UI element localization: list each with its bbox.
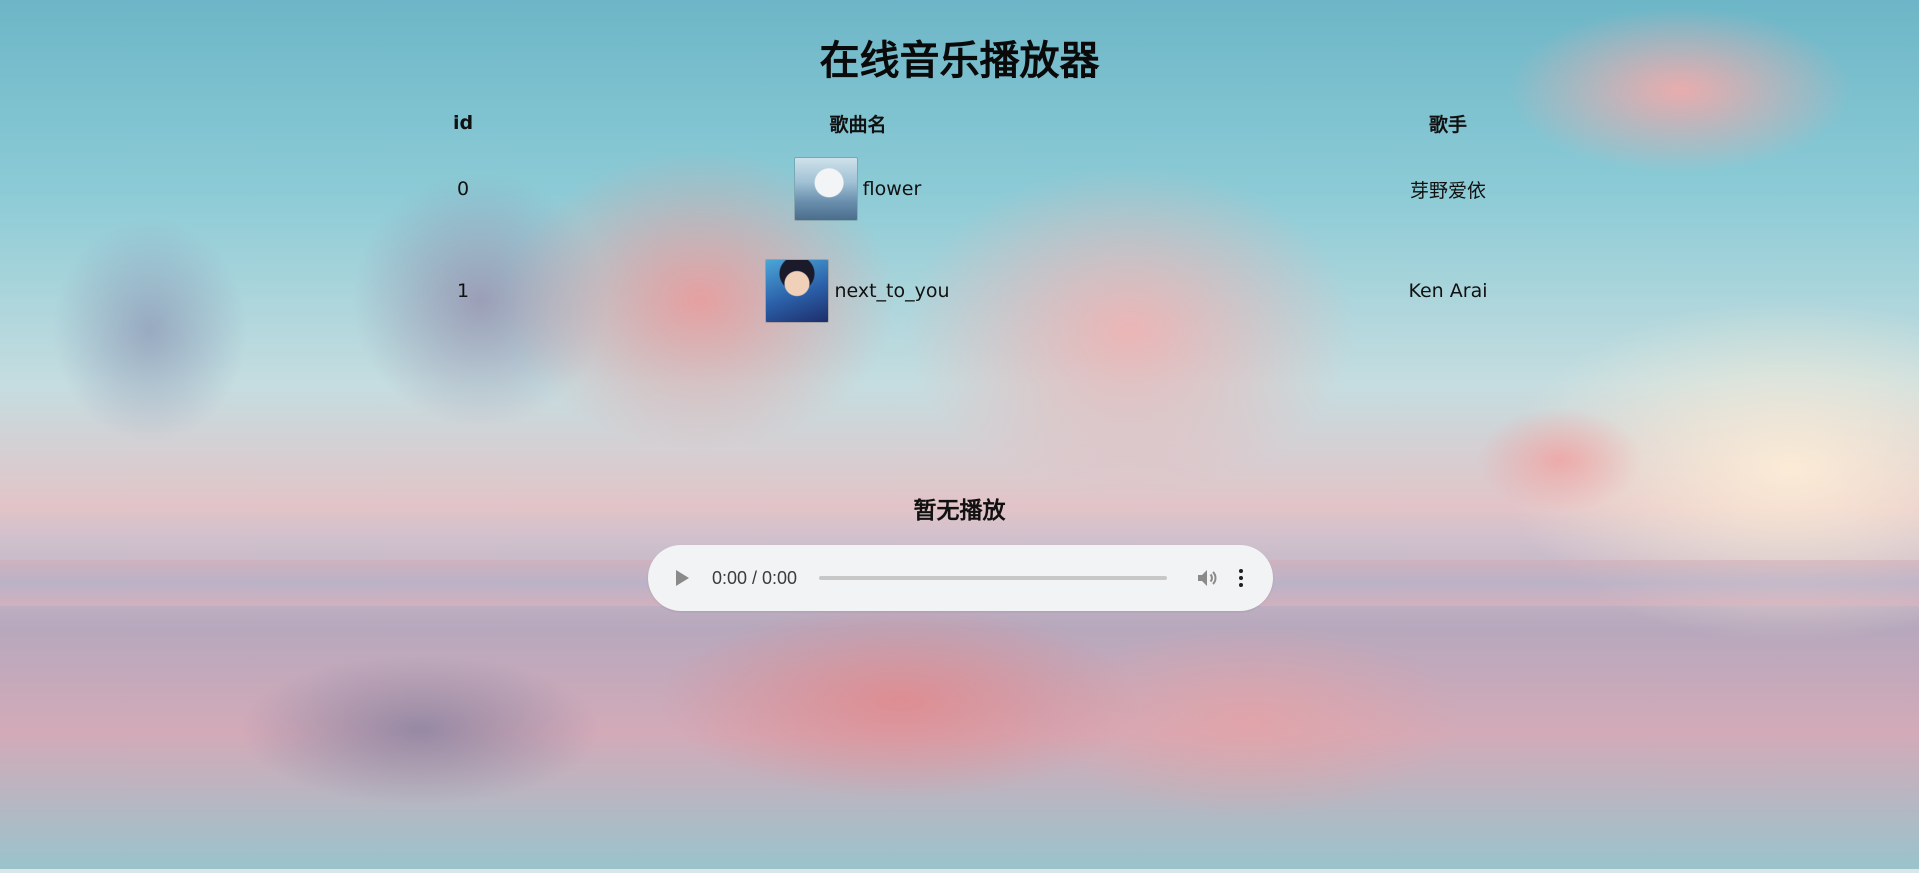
album-cover-image bbox=[794, 158, 857, 220]
song-name-cell[interactable]: flower bbox=[638, 138, 1078, 240]
column-header-song-name: 歌曲名 bbox=[829, 113, 887, 136]
play-icon[interactable] bbox=[676, 570, 689, 586]
table-row[interactable]: 0 flower 芽野爱依 bbox=[288, 138, 1630, 240]
now-playing-status: 暂无播放 bbox=[913, 498, 1006, 524]
more-options-icon[interactable] bbox=[1233, 566, 1249, 590]
column-header-artist: 歌手 bbox=[1428, 113, 1467, 136]
song-artist: Ken Arai bbox=[1408, 280, 1488, 302]
table-row[interactable]: 1 next_to_you Ken Arai bbox=[288, 240, 1630, 342]
song-artist: 芽野爱依 bbox=[1409, 179, 1486, 202]
table-header-row: id 歌曲名 歌手 bbox=[288, 108, 1630, 138]
column-header-id: id bbox=[452, 112, 474, 134]
song-name[interactable]: next_to_you bbox=[834, 280, 949, 302]
progress-slider[interactable] bbox=[819, 576, 1168, 580]
page-title: 在线音乐播放器 bbox=[819, 38, 1100, 84]
song-id: 1 bbox=[456, 280, 470, 302]
menu-dot bbox=[1239, 576, 1244, 580]
menu-dot bbox=[1239, 583, 1244, 587]
volume-icon[interactable] bbox=[1195, 566, 1219, 590]
bottom-edge bbox=[0, 869, 1919, 873]
audio-player: 0:00 / 0:00 bbox=[648, 545, 1273, 611]
song-table: id 歌曲名 歌手 0 flower 芽野爱依 1 next_to_you Ke… bbox=[288, 108, 1630, 342]
time-display: 0:00 / 0:00 bbox=[712, 567, 798, 588]
menu-dot bbox=[1239, 569, 1244, 573]
album-cover-image bbox=[766, 260, 829, 322]
song-name-cell[interactable]: next_to_you bbox=[638, 240, 1078, 342]
song-id: 0 bbox=[456, 178, 470, 200]
song-name[interactable]: flower bbox=[863, 178, 922, 200]
